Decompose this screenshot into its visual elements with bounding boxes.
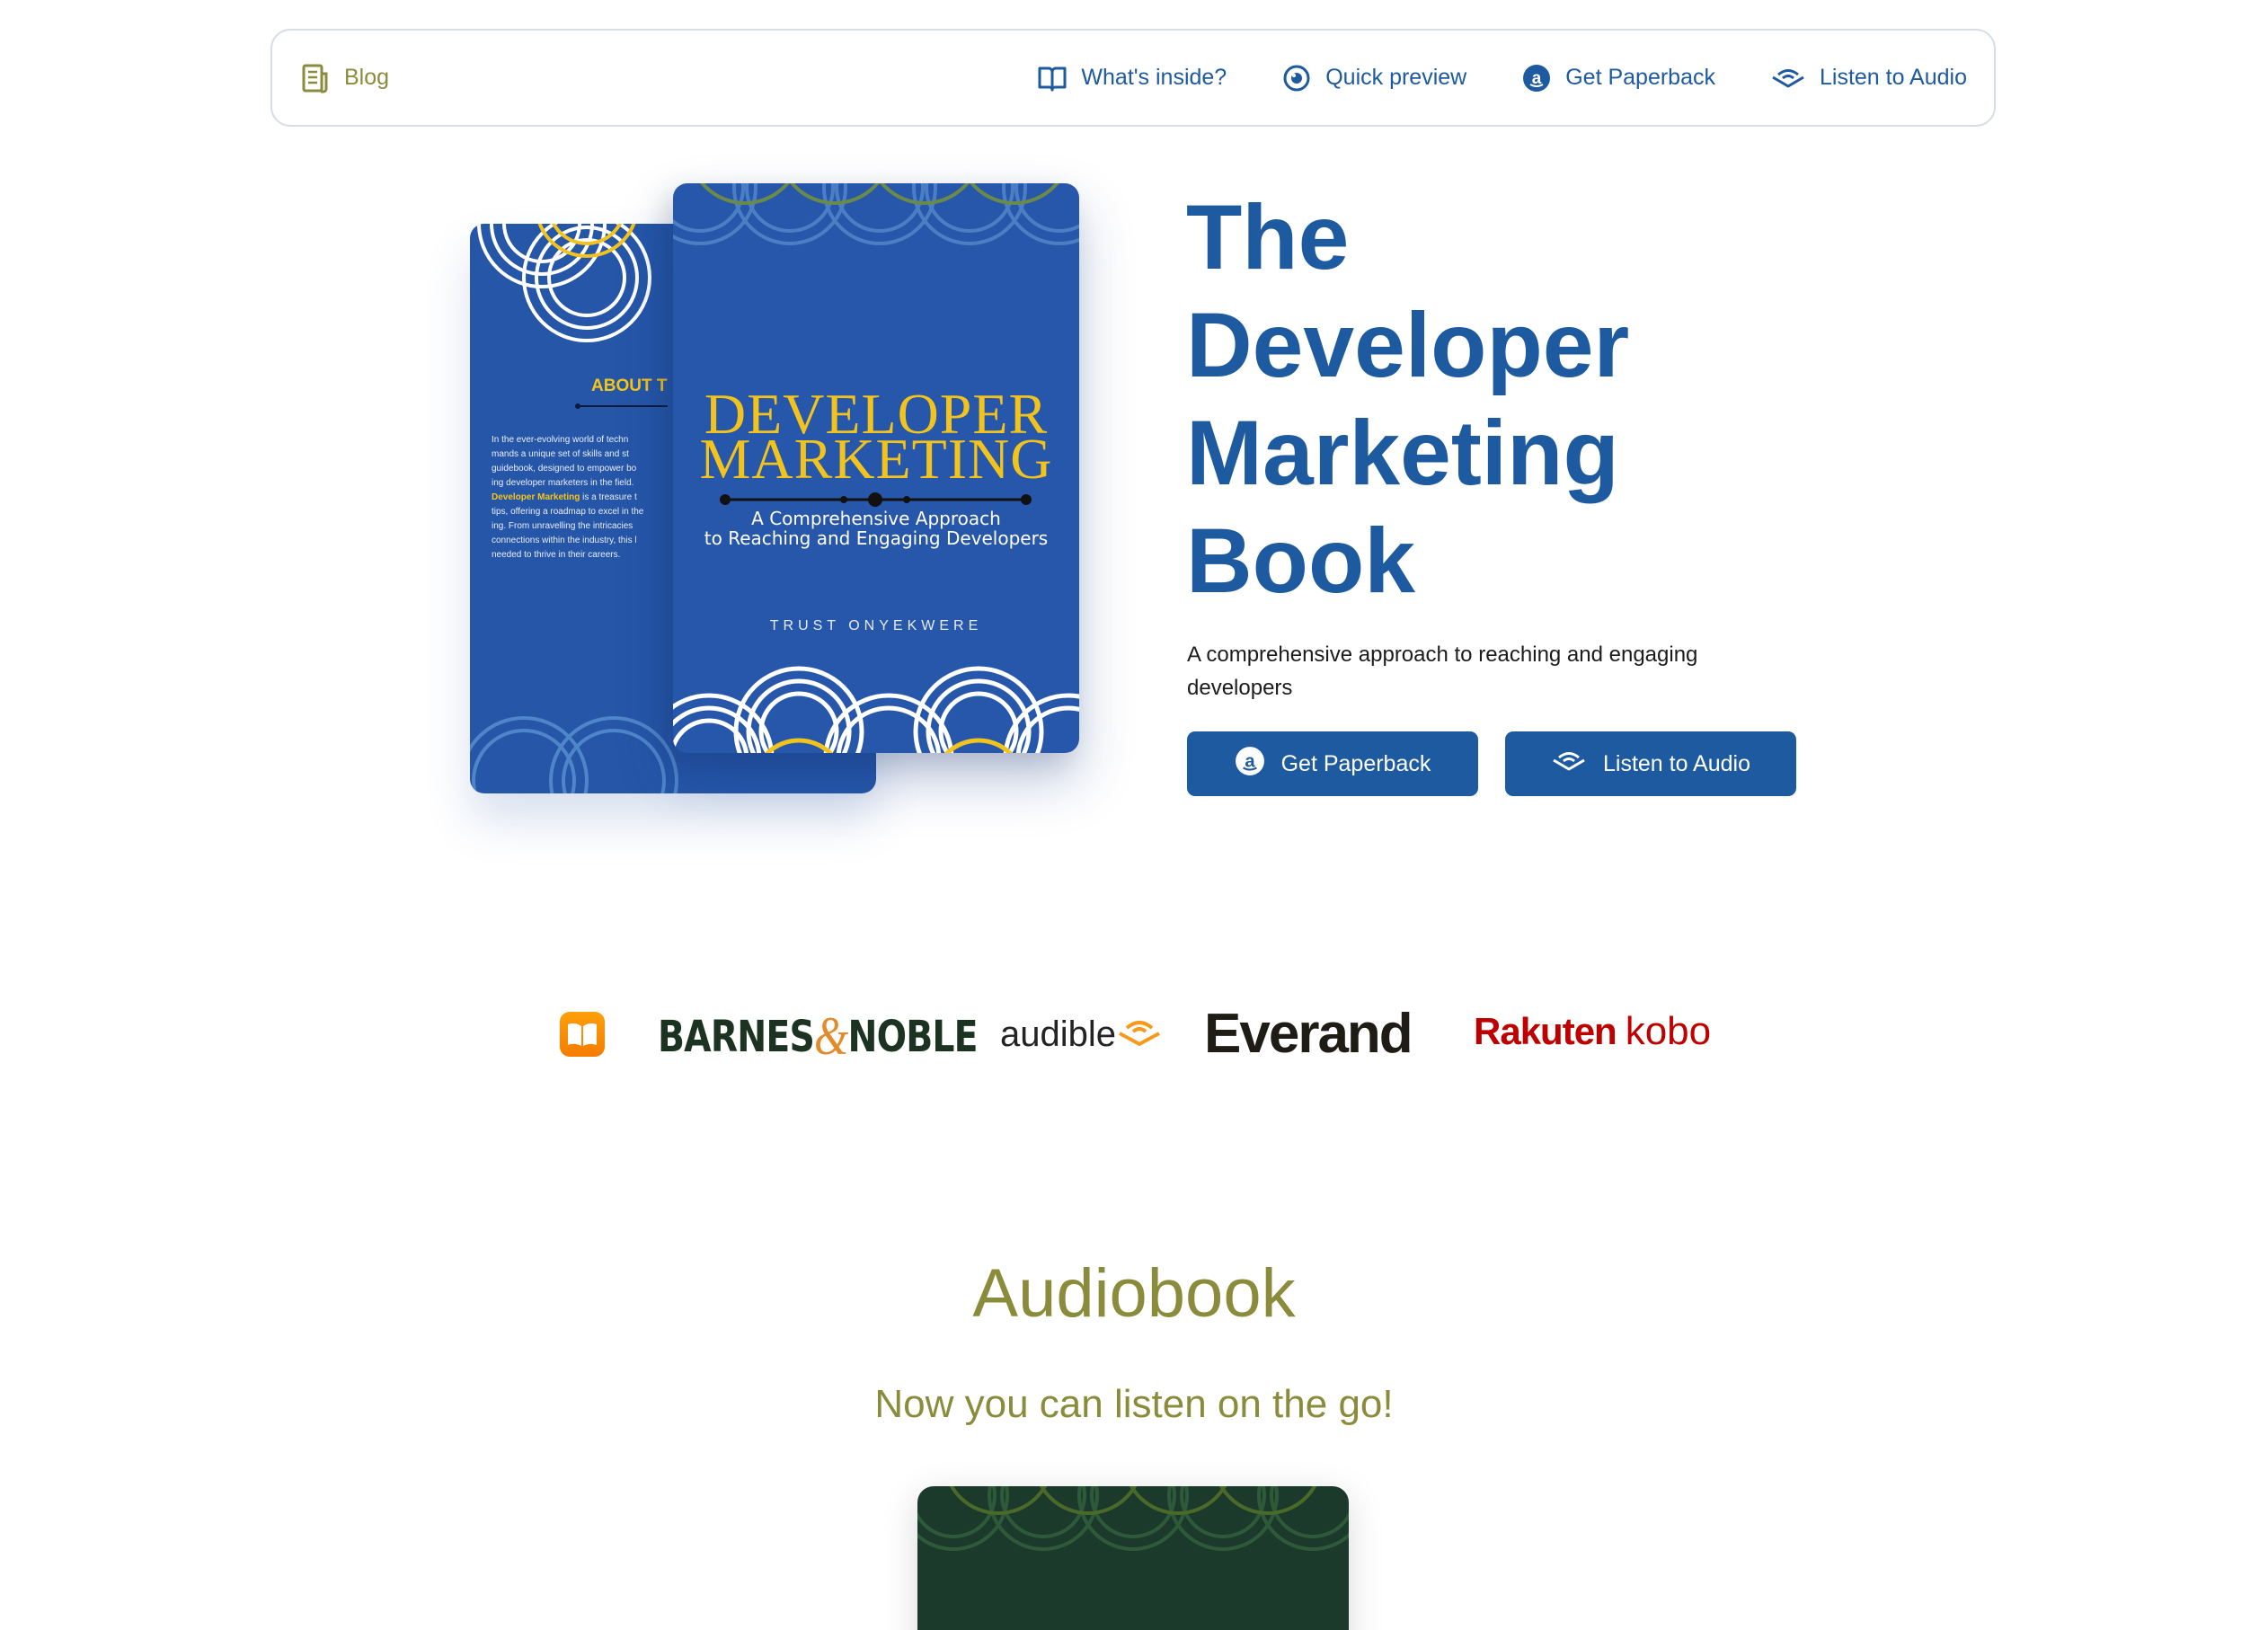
nav-whats-inside-label: What's inside? bbox=[1081, 65, 1227, 90]
scallop-pattern-audio bbox=[917, 1486, 1349, 1551]
nav-whats-inside[interactable]: What's inside? bbox=[1038, 65, 1227, 92]
barnes-amp: & bbox=[814, 1006, 848, 1066]
audible-icon bbox=[1771, 66, 1805, 90]
audiobook-title: Audiobook bbox=[972, 1255, 1296, 1332]
hero-description: A comprehensive approach to reaching and… bbox=[1187, 642, 1698, 700]
back-para-2: is a treasure t tips, offering a roadmap… bbox=[492, 492, 644, 560]
cover-title-line2: MARKETING bbox=[699, 427, 1053, 491]
hero-title-line: The bbox=[1186, 186, 1350, 288]
nav-quick-preview-label: Quick preview bbox=[1325, 65, 1467, 90]
back-highlight: Developer Marketing bbox=[492, 492, 580, 502]
retailer-logos: BARNES & NOBLE audible Everand Rakuten kob… bbox=[0, 1002, 2268, 1074]
audiobook-cover[interactable] bbox=[917, 1486, 1349, 1630]
amazon-icon: a bbox=[1522, 64, 1551, 93]
cover-author: TRUST ONYEKWERE bbox=[769, 618, 983, 633]
barnes-noble-logo[interactable]: BARNES & NOBLE bbox=[658, 1005, 979, 1067]
nav-listen-audio-label: Listen to Audio bbox=[1819, 65, 1967, 90]
nav-get-paperback-label: Get Paperback bbox=[1565, 65, 1715, 90]
rakuten-kobo-logo[interactable]: Rakuten kobo bbox=[1474, 1009, 1711, 1054]
hero-title-line: Book bbox=[1186, 509, 1415, 612]
nav-listen-audio[interactable]: Listen to Audio bbox=[1771, 65, 1967, 91]
cover-subtitle-line1: A Comprehensive Approach bbox=[751, 508, 1001, 529]
get-paperback-label: Get Paperback bbox=[1280, 750, 1431, 776]
nav-get-paperback[interactable]: a Get Paperback bbox=[1522, 64, 1715, 93]
back-cover-heading: ABOUT T bbox=[591, 376, 668, 395]
nav-blog-link[interactable]: Blog bbox=[301, 63, 389, 93]
rakuten-text: Rakuten bbox=[1474, 1010, 1617, 1052]
back-para-1: In the ever-evolving world of techn mand… bbox=[492, 435, 637, 488]
newspaper-icon bbox=[301, 63, 330, 93]
back-cover-text: In the ever-evolving world of techn mand… bbox=[492, 433, 698, 563]
cover-subtitle-line2: to Reaching and Engaging Developers bbox=[704, 527, 1049, 549]
kobo-text: kobo bbox=[1625, 1009, 1712, 1053]
audiobook-subtitle: Now you can listen on the go! bbox=[874, 1382, 1394, 1426]
barnes-text: BARNES bbox=[658, 1011, 815, 1062]
listen-audio-button[interactable]: Listen to Audio bbox=[1505, 731, 1796, 796]
top-navbar: Blog What's inside? Quick preview a Get … bbox=[270, 29, 1996, 127]
book-front-cover[interactable]: DEVELOPER MARKETING A Comprehensive Appr… bbox=[673, 183, 1079, 753]
nav-quick-preview[interactable]: Quick preview bbox=[1282, 64, 1466, 93]
audible-logo[interactable]: audible bbox=[1000, 1014, 1161, 1055]
audible-wave-icon bbox=[1118, 1014, 1161, 1055]
eye-icon bbox=[1282, 64, 1311, 93]
cover-subtitle: A Comprehensive Approach to Reaching and… bbox=[673, 509, 1079, 548]
get-paperback-button[interactable]: a Get Paperback bbox=[1187, 731, 1478, 796]
audible-icon bbox=[1551, 749, 1587, 779]
hero-title: The Developer Marketing Book bbox=[1186, 183, 1815, 615]
listen-audio-label: Listen to Audio bbox=[1602, 750, 1750, 776]
noble-text: NOBLE bbox=[847, 1011, 978, 1062]
book-open-icon bbox=[1038, 65, 1067, 92]
amazon-icon: a bbox=[1235, 746, 1265, 783]
hero-title-line: Developer bbox=[1186, 294, 1630, 396]
audible-text: audible bbox=[1000, 1014, 1117, 1054]
nav-blog-label: Blog bbox=[344, 65, 390, 90]
apple-books-icon[interactable] bbox=[560, 1012, 605, 1057]
everand-logo[interactable]: Everand bbox=[1204, 1002, 1413, 1066]
hero-title-line: Marketing bbox=[1186, 402, 1619, 504]
